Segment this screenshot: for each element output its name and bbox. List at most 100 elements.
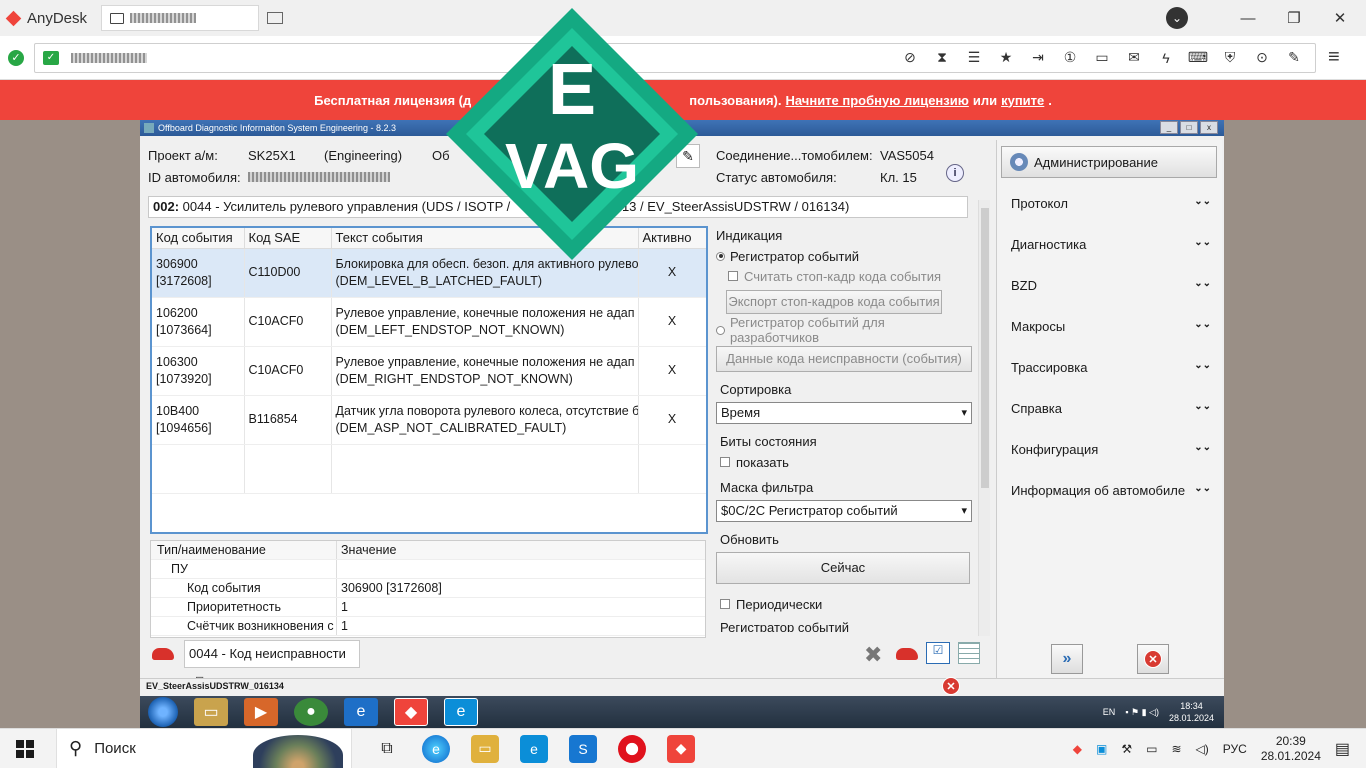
chk-show-bits[interactable]: показать — [720, 452, 976, 472]
odis-close-button[interactable]: x — [1200, 121, 1218, 134]
tab-fault-code[interactable]: 0044 - Код неисправности ⊠ — [184, 640, 360, 687]
volume-icon[interactable]: ◁) — [1196, 742, 1209, 756]
record-icon[interactable]: ⊙ — [1253, 48, 1271, 68]
forward-button[interactable]: » — [1051, 644, 1083, 674]
monitor-one-icon[interactable]: ① — [1061, 48, 1079, 68]
ie-icon[interactable]: e — [344, 698, 378, 726]
radio-dev-recorder[interactable]: Регистратор событий для разработчиков — [716, 315, 976, 345]
side-menu-vehicle-info[interactable]: Информация об автомобиле ⌄⌄ — [1011, 483, 1211, 501]
event-code: 106200 — [156, 305, 198, 320]
battery-icon[interactable]: ▭ — [1146, 742, 1157, 756]
error-icon[interactable]: ✕ — [942, 677, 960, 695]
col-event-code[interactable]: Код события — [152, 228, 245, 249]
chat-icon[interactable]: ✉ — [1125, 48, 1143, 68]
app-s-icon[interactable]: S — [569, 734, 597, 763]
windows-start-icon[interactable] — [16, 739, 34, 758]
car-icon[interactable] — [896, 648, 918, 660]
trial-link[interactable]: Начните пробную лицензию — [786, 93, 969, 108]
download-icon[interactable]: ⌄ — [1166, 7, 1188, 29]
status-bar: EV_SteerAssisUDSTRW_016134 ✕ — [140, 677, 1224, 695]
remote-start-icon[interactable] — [148, 697, 178, 727]
refresh-now-button[interactable]: Сейчас — [716, 552, 970, 584]
remote-tray-icons[interactable]: ▪ ⚑ ▮ ◁) — [1125, 707, 1159, 718]
event-properties[interactable]: Тип/наименование Значение ПУ Код события… — [150, 540, 706, 638]
session-tab[interactable] — [101, 5, 260, 31]
fault-data-button[interactable]: Данные кода неисправности (события) — [716, 346, 972, 372]
props-row[interactable]: Приоритетность 1 — [151, 598, 705, 617]
clock[interactable]: 20:39 28.01.2024 — [1261, 734, 1321, 764]
car-icon[interactable] — [152, 648, 174, 660]
new-session-icon[interactable] — [267, 12, 284, 24]
keyboard-icon[interactable]: ⌨ — [1188, 48, 1208, 68]
props-row[interactable]: ПУ — [151, 560, 705, 579]
file-explorer-icon[interactable]: ▭ — [471, 734, 499, 763]
table-row[interactable]: 10B400 [1094656] B116854 Датчик угла пово… — [152, 395, 706, 445]
scroll-thumb[interactable] — [981, 208, 989, 488]
props-row[interactable]: Счётчик возникновения с 1 — [151, 617, 705, 636]
anydesk-tray-icon[interactable]: ◆ — [1073, 742, 1082, 756]
event-code-dec: [3172608] — [156, 273, 212, 288]
wifi-icon[interactable]: ≋ — [1171, 742, 1181, 756]
task-view-icon[interactable]: ⧉ — [373, 735, 401, 763]
action-icon[interactable]: ϟ — [1157, 48, 1175, 68]
table-row[interactable]: 106300 [1073920] C10ACF0 Рулевое управлен… — [152, 346, 706, 396]
edge-icon[interactable]: e — [422, 734, 450, 763]
shield-icon[interactable]: ⛨ — [1221, 48, 1239, 68]
tray-app-icon[interactable]: ▣ — [1096, 742, 1107, 756]
transfer-icon[interactable]: ⇥ — [1029, 48, 1047, 68]
options-scrollbar[interactable] — [978, 200, 990, 636]
side-menu-protocol[interactable]: Протокол ⌄⌄ — [1011, 196, 1211, 214]
star-icon[interactable]: ★ — [997, 48, 1015, 68]
sort-select[interactable]: Время — [716, 402, 972, 424]
side-menu-tracing[interactable]: Трассировка ⌄⌄ — [1011, 360, 1211, 378]
minimize-button[interactable]: — — [1238, 10, 1258, 27]
options-panel: Индикация Регистратор событий Считать ст… — [716, 226, 976, 632]
odis-icon[interactable]: e — [520, 734, 548, 763]
buy-link[interactable]: купите — [1001, 93, 1044, 108]
grid-icon[interactable] — [958, 642, 980, 664]
radio-event-recorder[interactable]: Регистратор событий — [716, 246, 976, 266]
display-icon[interactable]: ▭ — [1093, 48, 1111, 68]
side-menu-help[interactable]: Справка ⌄⌄ — [1011, 401, 1211, 419]
remote-lang[interactable]: EN — [1103, 707, 1116, 717]
props-row[interactable]: Код события 306900 [3172608] — [151, 579, 705, 598]
side-menu-bzd[interactable]: BZD ⌄⌄ — [1011, 278, 1211, 296]
media-player-icon[interactable]: ▶ — [244, 698, 278, 726]
odis-minimize-button[interactable]: _ — [1160, 121, 1178, 134]
prop-value: 1 — [341, 619, 348, 633]
anydesk-taskbar-icon[interactable]: ◆ — [667, 734, 695, 763]
opera-icon[interactable] — [618, 734, 646, 763]
side-menu-diagnostics[interactable]: Диагностика ⌄⌄ — [1011, 237, 1211, 255]
chk-periodic[interactable]: Периодически — [720, 594, 976, 614]
database-icon[interactable]: ☰ — [965, 48, 983, 68]
table-row[interactable]: 106200 [1073664] C10ACF0 Рулевое управлен… — [152, 297, 706, 347]
close-button[interactable]: ✕ — [1330, 9, 1350, 27]
hourglass-icon[interactable]: ⧗ — [933, 48, 951, 68]
privacy-icon[interactable]: ⊘ — [901, 48, 919, 68]
tray-tool-icon[interactable]: ⚒ — [1121, 742, 1132, 756]
notifications-icon[interactable]: ▤ — [1335, 739, 1350, 759]
empty-row — [152, 444, 706, 494]
tools-icon[interactable]: ✖ — [864, 642, 882, 668]
export-freeze-frames-button[interactable]: Экспорт стоп-кадров кода события — [726, 290, 942, 314]
info-icon[interactable]: i — [946, 164, 964, 182]
draw-icon[interactable]: ✎ — [1285, 48, 1303, 68]
menu-icon[interactable]: ≡ — [1328, 46, 1340, 69]
maximize-button[interactable]: ❐ — [1284, 9, 1304, 27]
odis-remote-icon[interactable]: e — [444, 698, 478, 726]
chk-freeze-frame[interactable]: Считать стоп-кадр кода события — [728, 266, 976, 286]
language-indicator[interactable]: РУС — [1223, 742, 1247, 756]
administration-button[interactable]: Администрирование — [1001, 146, 1217, 178]
col-sae-code[interactable]: Код SAE — [244, 228, 332, 249]
chrome-icon[interactable]: ● — [294, 698, 328, 726]
odis-maximize-button[interactable]: □ — [1180, 121, 1198, 134]
search-box[interactable]: ⚲ Поиск — [56, 728, 352, 768]
cancel-button[interactable]: ✕ — [1137, 644, 1169, 674]
filter-select[interactable]: $0C/2C Регистратор событий — [716, 500, 972, 522]
checklist-icon[interactable]: ☑ — [926, 642, 950, 664]
side-menu-configuration[interactable]: Конфигурация ⌄⌄ — [1011, 442, 1211, 460]
anydesk-remote-icon[interactable]: ◆ — [394, 698, 428, 726]
side-menu-macros[interactable]: Макросы ⌄⌄ — [1011, 319, 1211, 337]
explorer-icon[interactable]: ▭ — [194, 698, 228, 726]
events-table[interactable]: Код события Код SAE Текст события Активн… — [150, 226, 708, 534]
